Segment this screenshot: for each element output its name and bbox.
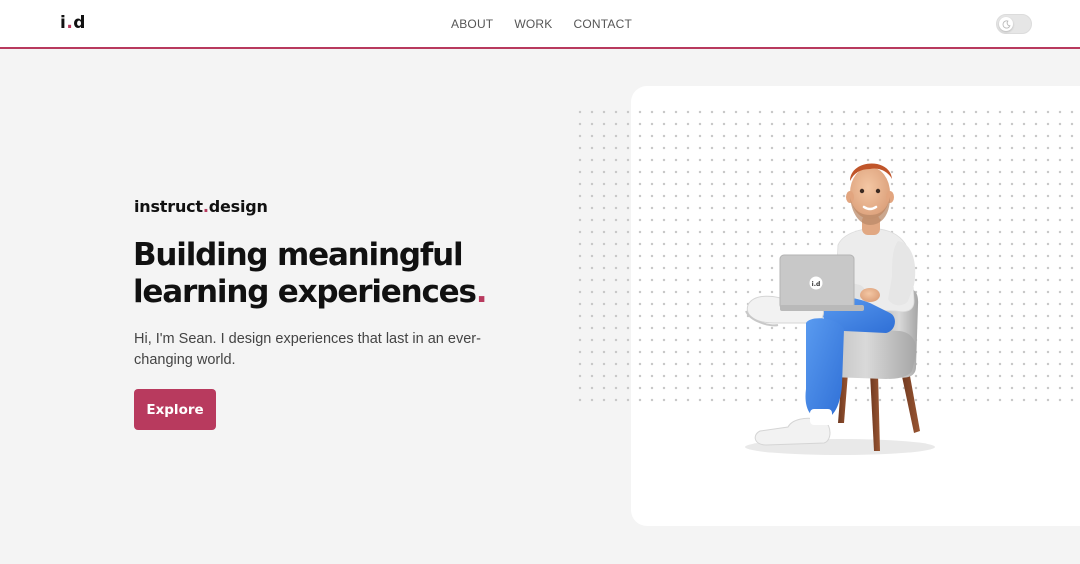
theme-toggle[interactable] bbox=[996, 14, 1032, 34]
nav-link-work[interactable]: WORK bbox=[514, 17, 552, 31]
site-header: i.d ABOUT WORK CONTACT bbox=[0, 0, 1080, 49]
headline-line-1: Building meaningful bbox=[133, 237, 464, 273]
main-nav: ABOUT WORK CONTACT bbox=[451, 17, 632, 31]
hero-intro: Hi, I'm Sean. I design experiences that … bbox=[134, 331, 481, 368]
site-logo[interactable]: i.d bbox=[60, 13, 86, 33]
person-laptop-illustration: i.d bbox=[745, 163, 935, 455]
hero-headline: Building meaningful learning experiences… bbox=[133, 237, 533, 311]
toggle-knob bbox=[999, 17, 1013, 31]
headline-line-2-text: learning experiences bbox=[133, 274, 477, 310]
nav-link-about[interactable]: ABOUT bbox=[451, 17, 493, 31]
brand-name: instruct.design bbox=[134, 197, 268, 216]
headline-line-2: learning experiences. bbox=[133, 274, 533, 311]
brand-suffix: design bbox=[208, 197, 268, 216]
svg-text:i.d: i.d bbox=[812, 281, 821, 288]
brand-prefix: instruct bbox=[134, 197, 203, 216]
moon-icon bbox=[1002, 19, 1011, 28]
headline-dot: . bbox=[475, 274, 488, 310]
nav-link-contact[interactable]: CONTACT bbox=[573, 17, 632, 31]
logo-suffix: d bbox=[73, 13, 86, 33]
explore-button[interactable]: Explore bbox=[134, 389, 216, 430]
